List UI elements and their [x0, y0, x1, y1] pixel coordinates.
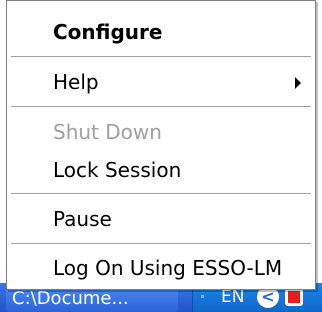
context-menu: Configure Help Shut Down Lock Session Pa… — [6, 0, 316, 290]
menu-item-help-label: Help — [53, 70, 99, 94]
tray-grip-icon — [201, 295, 214, 298]
screen: C:\Docume... EN < Configure Help Shut Do… — [0, 0, 322, 312]
menu-separator — [11, 106, 311, 108]
menu-item-lock-session[interactable]: Lock Session — [7, 153, 315, 187]
menu-separator — [11, 243, 311, 245]
menu-separator — [11, 56, 311, 58]
submenu-arrow-icon — [295, 77, 301, 89]
menu-item-configure[interactable]: Configure — [7, 15, 315, 49]
menu-item-shut-down: Shut Down — [53, 120, 162, 144]
menu-item-pause[interactable]: Pause — [7, 202, 315, 236]
menu-separator — [11, 193, 311, 195]
menu-item-help[interactable]: Help — [7, 65, 315, 99]
tray-app-icon[interactable] — [285, 288, 303, 306]
menu-item-log-on-esso-lm[interactable]: Log On Using ESSO-LM — [7, 251, 315, 285]
